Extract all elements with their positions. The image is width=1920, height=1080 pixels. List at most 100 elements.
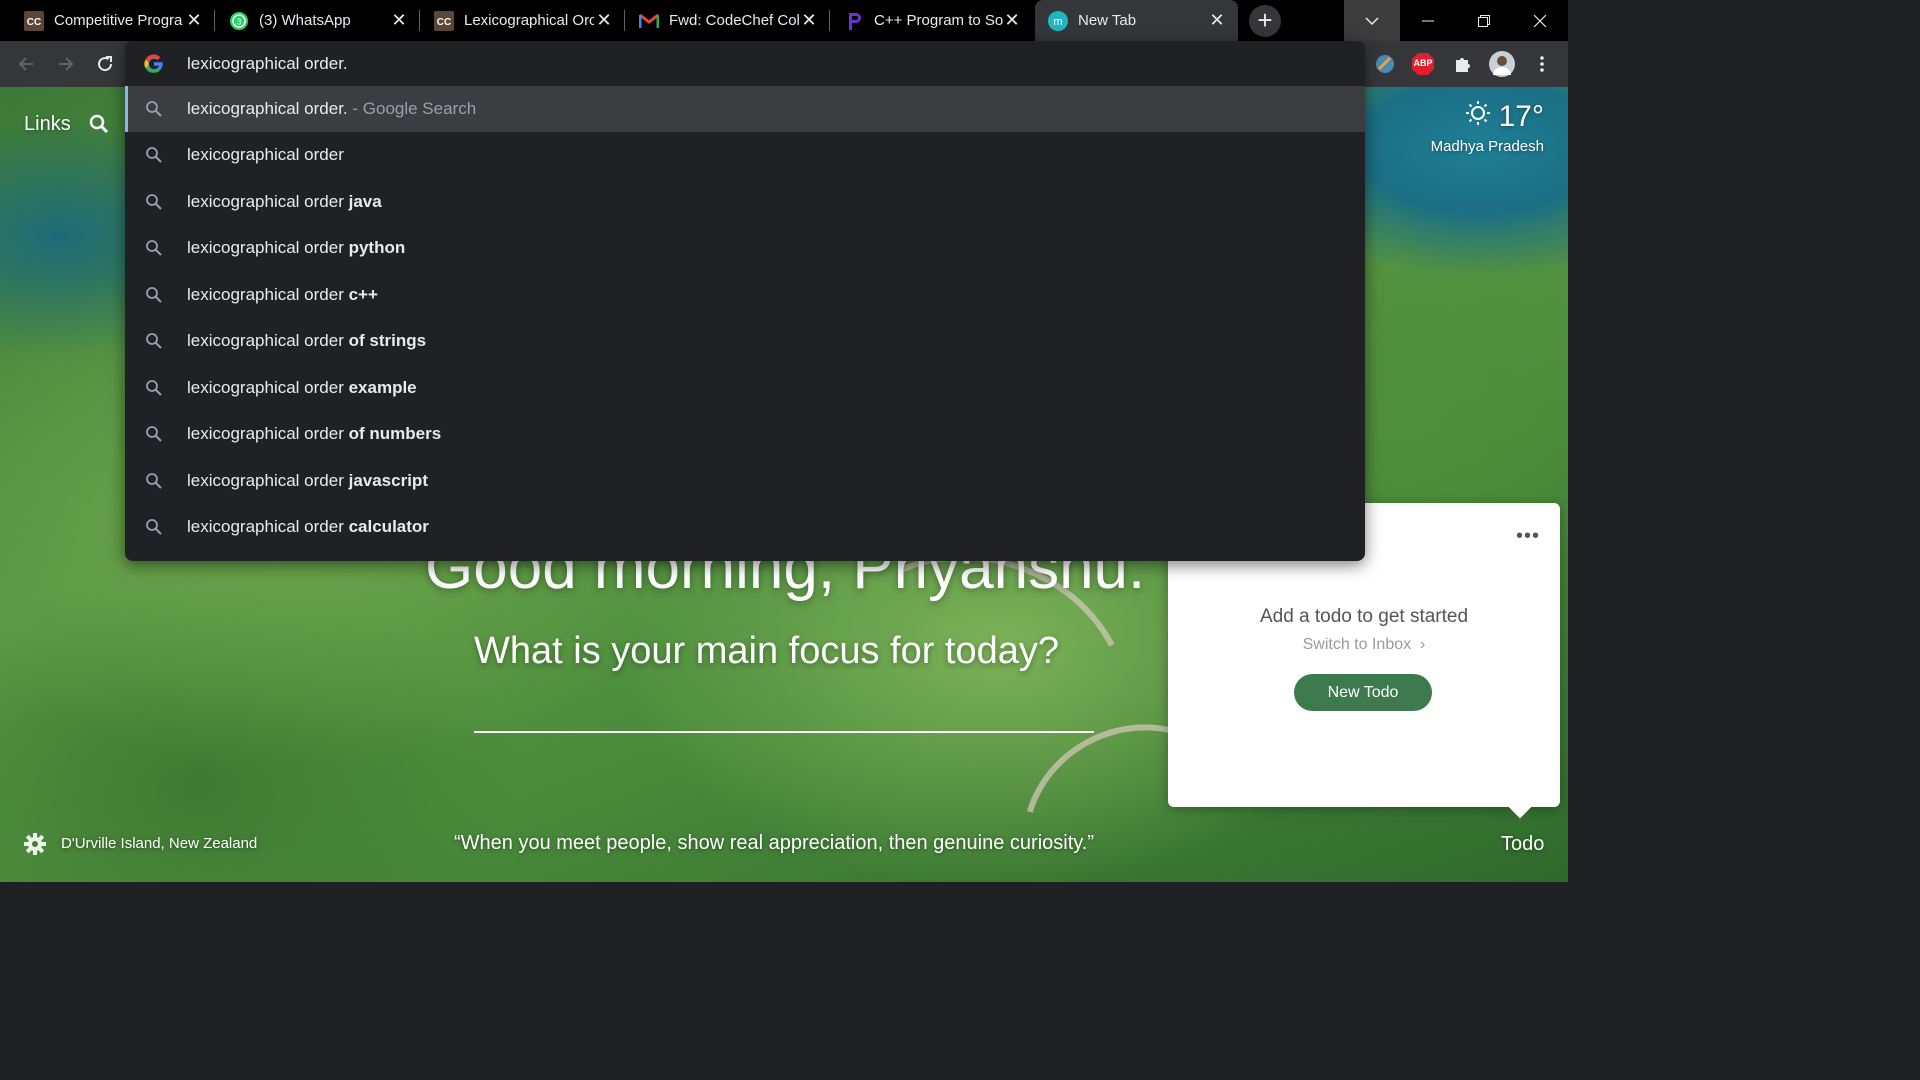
more-options-icon[interactable]: •••: [1516, 525, 1540, 548]
tab-title: Competitive Progra: [54, 12, 183, 29]
photo-location[interactable]: D'Urville Island, New Zealand: [61, 835, 257, 852]
tab-whatsapp[interactable]: 3 (3) WhatsApp ✕: [215, 0, 420, 41]
suggestion-text: lexicographical order: [187, 285, 349, 304]
puzzle-icon: [1456, 58, 1470, 72]
weather-temperature: 17°: [1498, 100, 1544, 133]
tab-title: C++ Program to So: [874, 12, 1004, 29]
suggestion-text: lexicographical order: [187, 331, 349, 350]
suggestion-text: lexicographical order: [187, 424, 349, 443]
todo-empty-text: Add a todo to get started: [1259, 606, 1469, 627]
close-tab-icon[interactable]: ✕: [1208, 11, 1226, 29]
svg-text:CC: CC: [27, 17, 41, 28]
suggestion-item[interactable]: lexicographical order of numbers: [125, 411, 1365, 457]
restore-icon: [1478, 14, 1490, 27]
back-button[interactable]: [14, 52, 38, 76]
suggestion-text: lexicographical order: [187, 145, 344, 164]
search-icon: [145, 286, 163, 304]
search-icon: [145, 379, 163, 397]
reload-button[interactable]: [93, 52, 117, 76]
suggestion-text: lexicographical order: [187, 378, 349, 397]
suggestion-item[interactable]: lexicographical order: [125, 132, 1365, 178]
suggestion-text: lexicographical order: [187, 238, 349, 257]
tab-title: (3) WhatsApp: [259, 12, 351, 29]
tab-gmail[interactable]: Fwd: CodeChef Coll ✕: [625, 0, 830, 41]
close-tab-icon[interactable]: ✕: [185, 11, 203, 29]
suggestion-completion: calculator: [348, 517, 429, 536]
suggestion-completion: javascript: [348, 471, 428, 490]
adblock-plus-icon[interactable]: ABP: [1411, 52, 1435, 76]
suggestion-completion: example: [348, 378, 417, 397]
suggestion-text: lexicographical order: [187, 517, 349, 536]
extensions-puzzle-button[interactable]: [1451, 52, 1475, 76]
prepbytes-icon: [844, 11, 864, 31]
kebab-menu-icon: [1540, 56, 1544, 72]
tab-strip: CC Competitive Progra ✕ 3 (3) WhatsApp ✕…: [0, 0, 1568, 41]
tab-cpp-program[interactable]: C++ Program to So ✕: [830, 0, 1033, 41]
close-tab-icon[interactable]: ✕: [595, 11, 613, 29]
tab-title: Lexicographical Orc: [464, 12, 594, 29]
search-icon[interactable]: [88, 113, 110, 140]
close-icon: [1533, 14, 1547, 27]
suggestion-text: lexicographical order: [187, 471, 349, 490]
suggestion-item[interactable]: lexicographical order javascript: [125, 458, 1365, 504]
tab-title: Fwd: CodeChef Coll: [669, 12, 799, 29]
close-tab-icon[interactable]: ✕: [1003, 11, 1021, 29]
whatsapp-icon: 3: [229, 11, 249, 31]
suggestion-item[interactable]: lexicographical order c++: [125, 272, 1365, 318]
suggestion-item[interactable]: lexicographical order. - Google Search: [125, 86, 1365, 132]
minimize-button[interactable]: [1400, 0, 1456, 41]
suggestion-item[interactable]: lexicographical order example: [125, 365, 1365, 411]
tab-title: New Tab: [1078, 12, 1137, 29]
address-bar[interactable]: lexicographical order.: [125, 41, 1365, 86]
suggestion-completion: of numbers: [348, 424, 442, 443]
search-icon: [145, 239, 163, 257]
suggestion-item[interactable]: lexicographical order java: [125, 179, 1365, 225]
address-input[interactable]: lexicographical order.: [187, 54, 348, 74]
avatar-icon: [1493, 56, 1511, 75]
tab-new-tab[interactable]: m New Tab ✕: [1035, 0, 1238, 41]
new-tab-button[interactable]: +: [1249, 5, 1281, 37]
close-tab-icon[interactable]: ✕: [800, 11, 818, 29]
suggestion-item[interactable]: lexicographical order python: [125, 225, 1365, 271]
chrome-menu-button[interactable]: [1530, 52, 1554, 76]
reload-icon: [98, 56, 113, 72]
chevron-right-icon: ›: [1415, 636, 1426, 653]
chevron-down-icon: [1365, 16, 1379, 25]
weather-widget[interactable]: 17° Madhya Pradesh: [1431, 100, 1544, 155]
svg-text:CC: CC: [437, 17, 451, 28]
todo-toggle[interactable]: Todo: [1501, 833, 1544, 856]
search-icon: [145, 332, 163, 350]
tab-competitive-programming[interactable]: CC Competitive Progra ✕: [0, 0, 215, 41]
arrow-left-icon: [18, 57, 33, 71]
restore-button[interactable]: [1456, 0, 1512, 41]
momentum-icon: m: [1048, 10, 1068, 31]
search-icon: [145, 518, 163, 536]
new-todo-button[interactable]: New Todo: [1294, 674, 1432, 711]
close-window-button[interactable]: [1512, 0, 1568, 41]
minimize-icon: [1422, 20, 1434, 21]
suggestion-item[interactable]: lexicographical order of strings: [125, 318, 1365, 364]
tab-lexicographical-order[interactable]: CC Lexicographical Orc ✕: [420, 0, 625, 41]
search-icon: [145, 472, 163, 490]
links-button[interactable]: Links: [24, 113, 71, 136]
svg-text:m: m: [1053, 16, 1062, 28]
settings-gear-icon[interactable]: [24, 833, 46, 860]
weather-location: Madhya Pradesh: [1430, 138, 1544, 155]
extension-color-icon[interactable]: [1373, 52, 1397, 76]
suggestion-completion: python: [348, 238, 406, 257]
forward-button[interactable]: [54, 52, 78, 76]
focus-input[interactable]: [474, 731, 1094, 733]
search-icon: [145, 100, 163, 118]
search-icon: [145, 425, 163, 443]
suggestion-completion: c++: [348, 285, 378, 304]
suggestion-completion: of strings: [348, 331, 427, 350]
arrow-right-icon: [59, 57, 74, 71]
search-icon: [145, 146, 163, 164]
switch-to-inbox-link[interactable]: Switch to Inbox ›: [1168, 636, 1560, 654]
suggestion-item[interactable]: lexicographical order calculator: [125, 504, 1365, 550]
close-tab-icon[interactable]: ✕: [390, 11, 408, 29]
daily-quote: “When you meet people, show real appreci…: [454, 832, 1094, 854]
tab-search-button[interactable]: [1344, 0, 1400, 41]
profile-avatar[interactable]: [1489, 51, 1515, 77]
suggestion-text: lexicographical order: [187, 192, 349, 211]
